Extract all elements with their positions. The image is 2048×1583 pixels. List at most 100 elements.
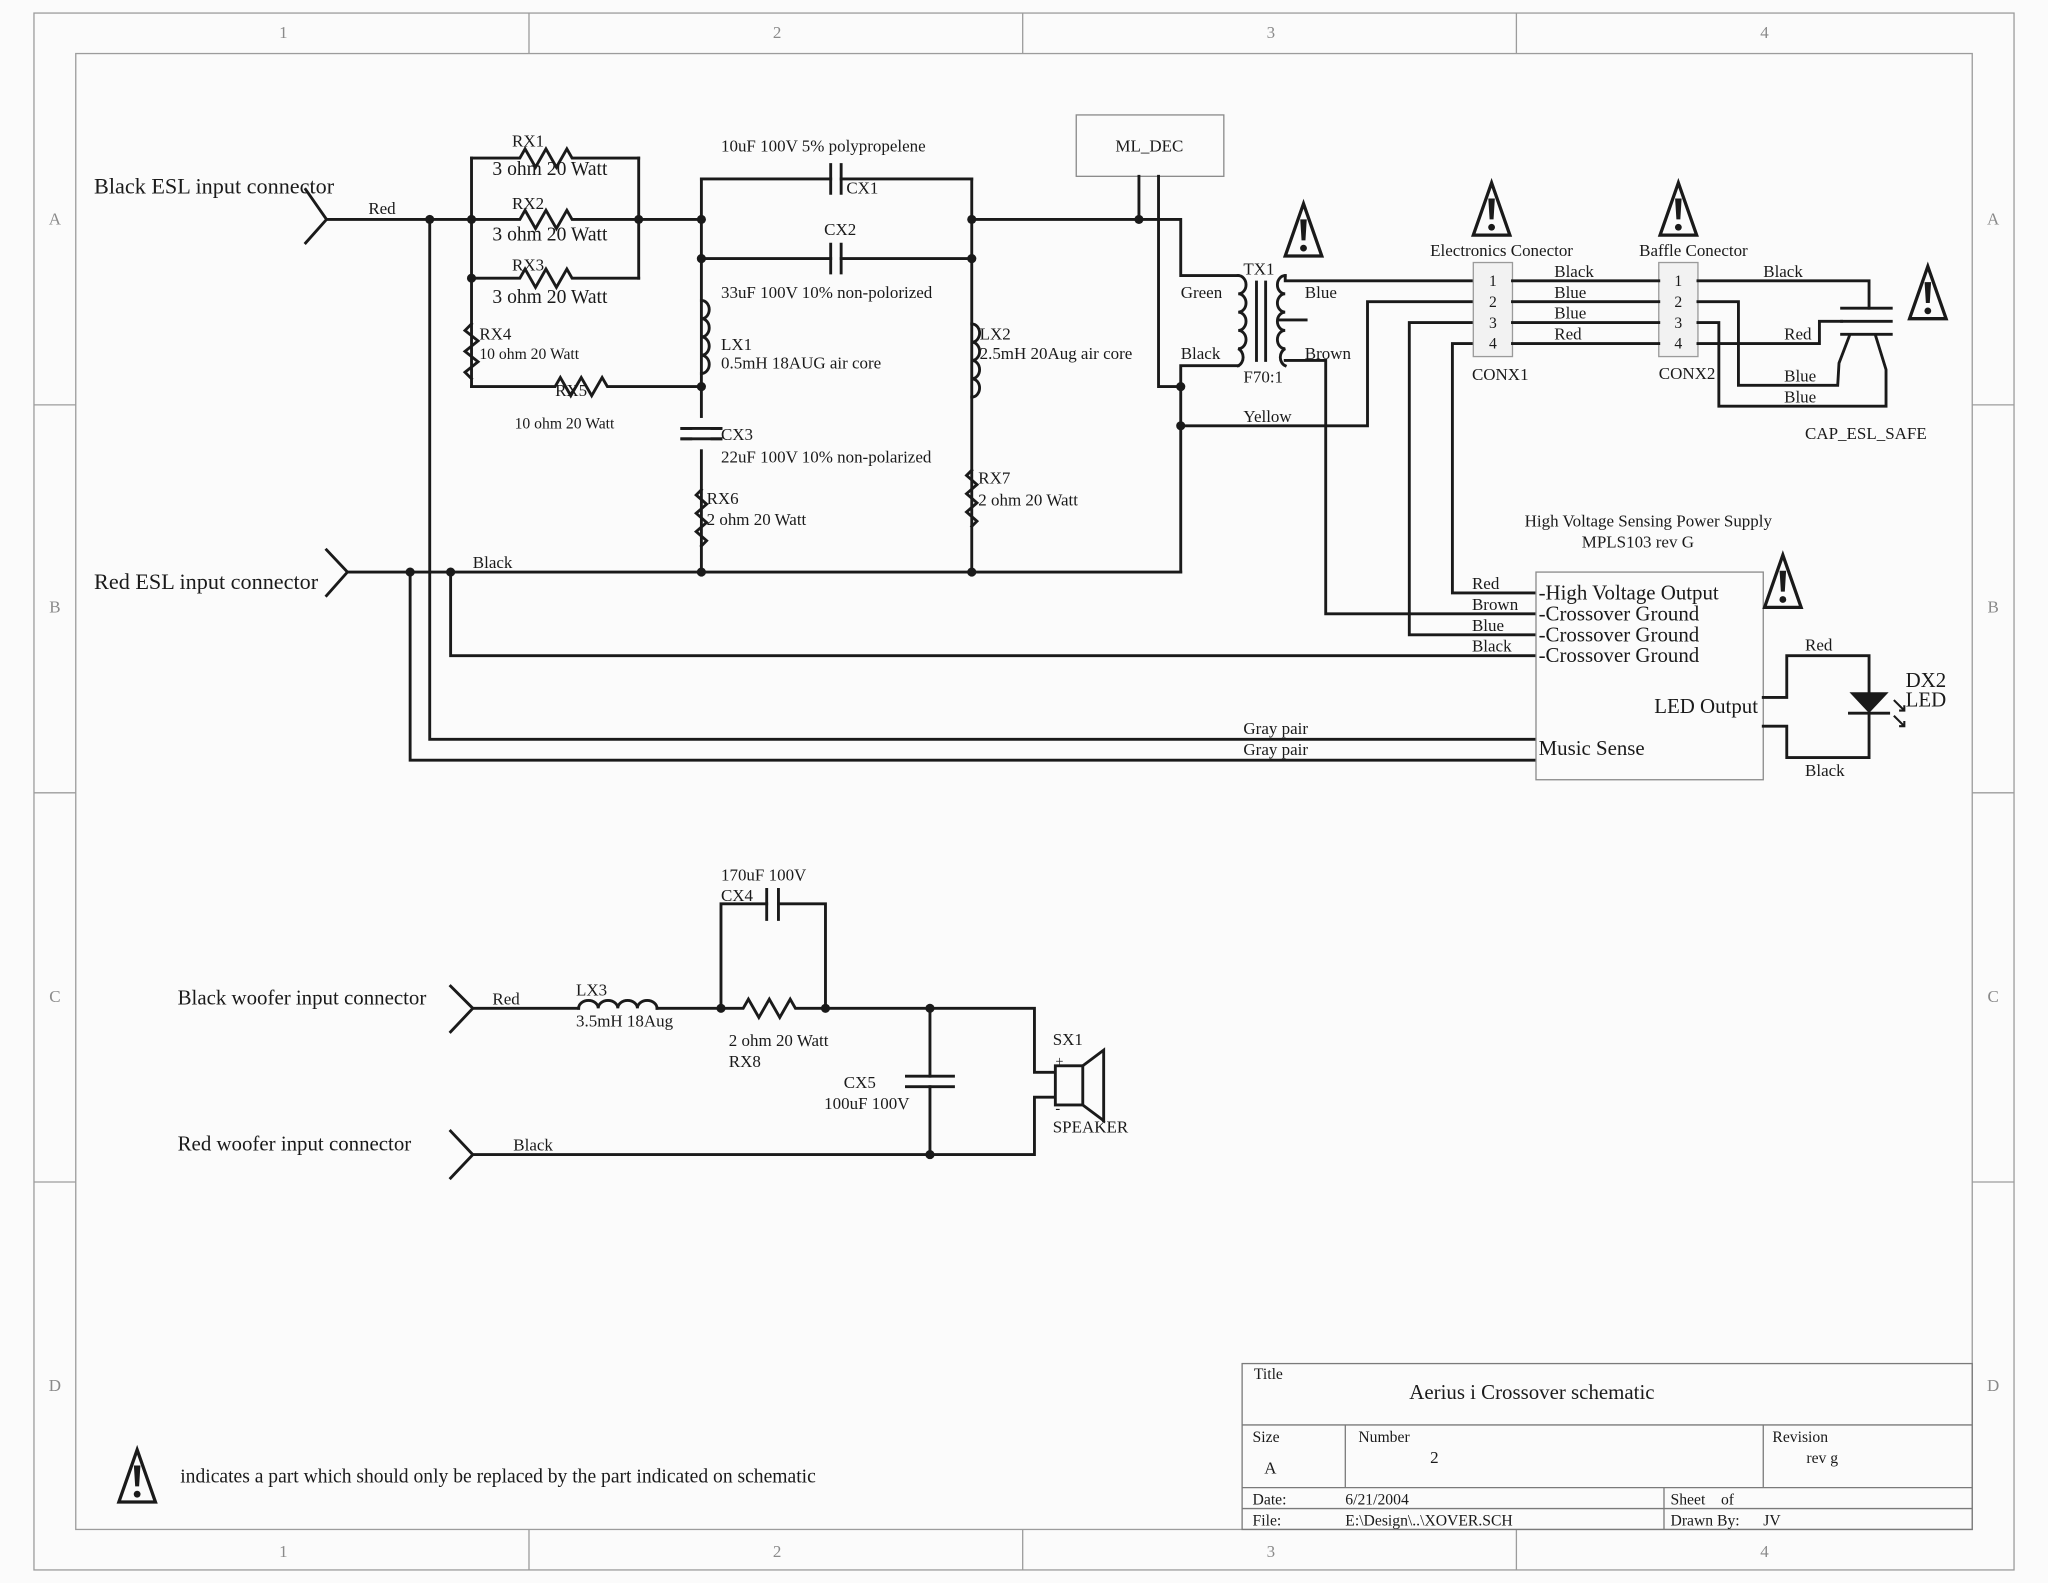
tx1-warning-icon — [1283, 202, 1324, 258]
size-label: Size — [1253, 1429, 1280, 1446]
conx2-pin-3: 3 — [1674, 315, 1682, 332]
drawn-by-label: Drawn By: — [1671, 1513, 1740, 1530]
sx1-ref: SX1 — [1053, 1030, 1083, 1049]
conx2-pin-2: 2 — [1674, 294, 1682, 311]
col-label-4: 4 — [1760, 23, 1769, 42]
rx2-ref: RX2 — [512, 194, 544, 213]
legend-warning-text: indicates a part which should only be re… — [180, 1466, 816, 1487]
tx1-primary-bottom-label: Black — [1181, 344, 1221, 363]
rx6-ref: RX6 — [707, 489, 739, 508]
row-label-a-right: A — [1987, 210, 2000, 229]
sx1-value: SPEAKER — [1053, 1117, 1129, 1136]
conx1-pin-2: 2 — [1489, 294, 1497, 311]
lx1-inductor[interactable]: LX1 0.5mH 18AUG air core — [721, 335, 881, 372]
cx1-ref: CX1 — [846, 178, 878, 197]
black-woofer-input-label: Black woofer input connector — [178, 985, 427, 1009]
lx2-value: 2.5mH 20Aug air core — [980, 344, 1133, 363]
conx1-ref: CONX1 — [1472, 365, 1529, 384]
psu-music-sense: Music Sense — [1539, 736, 1645, 760]
conx1-title: Electronics Conector — [1430, 241, 1573, 260]
rx5-value: 10 ohm 20 Watt — [515, 415, 615, 432]
psu-wire-blue: Blue — [1472, 616, 1504, 635]
safe-wire-black-label: Black — [1763, 262, 1803, 281]
psu-warning-icon — [1762, 553, 1803, 609]
gray-pair-label-2: Gray pair — [1243, 740, 1308, 759]
cx4-capacitor[interactable]: 170uF 100V CX4 — [721, 865, 807, 905]
conx2-pin-4: 4 — [1674, 336, 1682, 353]
grid-row-labels: A B C D A B C D — [49, 210, 2000, 1395]
conx1-warning-icon — [1471, 181, 1512, 237]
sx1-minus: - — [1055, 1101, 1060, 1117]
ml-dec-module[interactable]: ML_DEC — [1075, 114, 1225, 177]
lx2-ref: LX2 — [980, 325, 1011, 344]
cx1-capacitor[interactable]: 10uF 100V 5% polypropelene CX1 — [721, 137, 926, 198]
cx5-capacitor[interactable]: CX5 100uF 100V — [824, 1073, 910, 1113]
conx1-pin-1: 1 — [1489, 273, 1497, 290]
conx2-baffle-connector[interactable]: Baffle Conector CONX2 1 2 3 4 — [1639, 241, 1748, 383]
rx5-resistor[interactable]: RX5 10 ohm 20 Watt — [515, 381, 615, 433]
row-label-c-right: C — [1987, 987, 1998, 1006]
conx1-pin-4: 4 — [1489, 336, 1497, 353]
col-label-1-bottom: 1 — [279, 1542, 287, 1561]
link-wire-1-label: Black — [1554, 262, 1594, 281]
rx3-resistor[interactable]: RX3 3 ohm 20 Watt — [492, 255, 608, 308]
rx2-value: 3 ohm 20 Watt — [492, 224, 608, 245]
rx6-resistor[interactable]: RX6 2 ohm 20 Watt — [707, 489, 807, 529]
red-esl-input-label: Red ESL input connector — [94, 569, 319, 594]
cx4-value: 170uF 100V — [721, 865, 807, 884]
col-label-3: 3 — [1267, 23, 1275, 42]
esl-crossover: Black ESL input connector Red Red ESL in… — [94, 114, 1538, 762]
rx8-resistor[interactable]: 2 ohm 20 Watt RX8 — [729, 1031, 829, 1071]
rx8-ref: RX8 — [729, 1052, 761, 1071]
link-wire-4-label: Red — [1554, 325, 1582, 344]
black-esl-input-connector[interactable]: Black ESL input connector — [94, 173, 335, 245]
conx2-pin-1: 1 — [1674, 273, 1682, 290]
ml-dec-label: ML_DEC — [1115, 137, 1183, 156]
psu-wire-black: Black — [1472, 637, 1512, 656]
black-woofer-input-connector[interactable]: Black woofer input connector — [178, 984, 475, 1034]
cx2-capacitor[interactable]: CX2 33uF 100V 10% non-polorized — [721, 220, 933, 302]
rx4-value: 10 ohm 20 Watt — [479, 346, 579, 363]
connectors: Electronics Conector CONX1 1 2 3 4 Baffl… — [1430, 181, 1948, 443]
rx7-resistor[interactable]: RX7 2 ohm 20 Watt — [978, 468, 1078, 509]
cx5-ref: CX5 — [844, 1073, 876, 1092]
link-wire-3-label: Blue — [1554, 304, 1586, 323]
rx1-value: 3 ohm 20 Watt — [492, 159, 608, 180]
psu-title: High Voltage Sensing Power Supply — [1525, 511, 1773, 530]
conx2-ref: CONX2 — [1659, 364, 1716, 383]
sx1-speaker[interactable]: SX1 + - SPEAKER — [1053, 1030, 1129, 1137]
sheet-label: Sheet of — [1671, 1492, 1735, 1509]
black-esl-input-label: Black ESL input connector — [94, 173, 335, 198]
col-label-1: 1 — [279, 23, 287, 42]
tx1-tap-label: Yellow — [1243, 407, 1292, 426]
lx2-inductor[interactable]: LX2 2.5mH 20Aug air core — [980, 325, 1133, 364]
rx4-resistor[interactable]: RX4 10 ohm 20 Watt — [479, 325, 579, 364]
red-esl-input-connector[interactable]: Red ESL input connector — [94, 547, 350, 598]
cx3-capacitor[interactable]: CX3 22uF 100V 10% non-polarized — [721, 425, 932, 466]
cx5-value: 100uF 100V — [824, 1094, 910, 1113]
red-woofer-input-connector[interactable]: Red woofer input connector — [178, 1129, 475, 1181]
revision-value: rev g — [1806, 1450, 1838, 1467]
rx3-ref: RX3 — [512, 255, 544, 274]
cap-esl-safe-switch[interactable]: Black Red Blue Blue CAP_ESL_SAFE — [1696, 262, 1927, 443]
lx3-inductor[interactable]: LX3 3.5mH 18Aug — [576, 980, 674, 1030]
revision-label: Revision — [1772, 1429, 1828, 1446]
wire-label-red: Red — [368, 199, 396, 218]
rx7-ref: RX7 — [978, 468, 1010, 487]
gray-pair-label-1: Gray pair — [1243, 719, 1308, 738]
dx2-led[interactable]: Red Black DX2 LED — [1761, 635, 1946, 780]
rx3-value: 3 ohm 20 Watt — [492, 287, 608, 308]
row-label-d-right: D — [1987, 1376, 1999, 1395]
row-label-a: A — [49, 210, 62, 229]
sx1-plus: + — [1055, 1054, 1063, 1070]
woofer-wire-black: Black — [513, 1136, 553, 1155]
row-label-b-right: B — [1987, 598, 1998, 617]
cx3-ref: CX3 — [721, 425, 753, 444]
led-wire-black-label: Black — [1805, 761, 1845, 780]
col-label-2: 2 — [773, 23, 781, 42]
woofer-crossover: Black woofer input connector Red woofer … — [178, 865, 1129, 1181]
row-label-b: B — [49, 598, 60, 617]
conx2-title: Baffle Conector — [1639, 241, 1748, 260]
rx7-value: 2 ohm 20 Watt — [978, 490, 1078, 509]
psu-model: MPLS103 rev G — [1582, 532, 1694, 551]
